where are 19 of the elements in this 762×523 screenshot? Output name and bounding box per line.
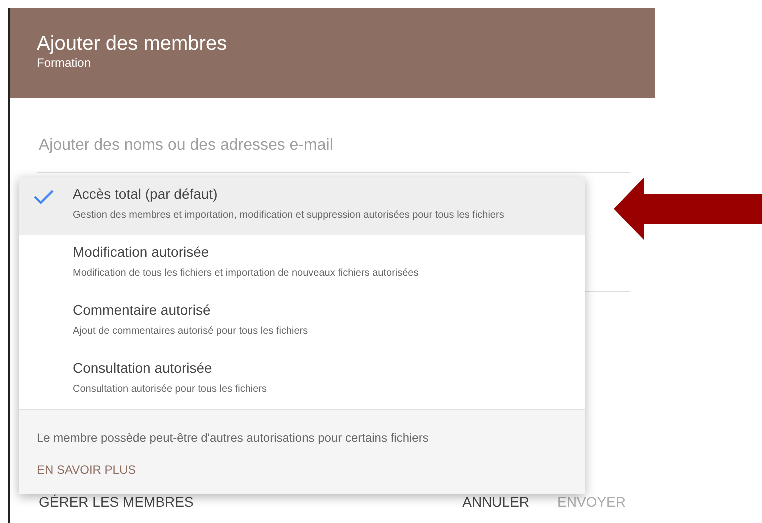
option-label: Accès total (par défaut) — [73, 185, 219, 203]
menu-item[interactable]: Modification autorisée Modification de tous les fichiers et importation de nouveaux fichiers autorisées — [19, 235, 585, 293]
check-icon — [33, 189, 55, 205]
option-label: Consultation autorisée — [73, 359, 214, 377]
menu-item[interactable]: Commentaire autorisé Ajout de commentaires autorisé pour tous les fichiers — [19, 293, 585, 351]
option-description: Modification de tous les fichiers et importation de nouveaux fichiers autorisées — [73, 267, 419, 281]
manage-members-button[interactable]: GÉRER LES MEMBRES — [37, 490, 196, 515]
option-description: Gestion des membres et importation, modification et suppression autorisées pour tous les fichiers — [73, 209, 504, 223]
learn-more-link[interactable]: EN SAVOIR PLUS — [37, 461, 136, 479]
option-description: Consultation autorisée pour tous les fichiers — [73, 383, 267, 397]
cancel-button[interactable]: ANNULER — [460, 490, 532, 515]
option-label: Modification autorisée — [73, 243, 210, 261]
option-description: Ajout de commentaires autorisé pour tous les fichiers — [73, 325, 308, 339]
dialog-subtitle: Formation — [37, 56, 92, 70]
menu-item[interactable]: Accès total (par défaut) Gestion des membres et importation, modification et suppression autorisées pour tous les fichiers — [19, 177, 585, 235]
info-note: Le membre possède peut-être d'autres autorisations pour certains fichiers — [37, 430, 430, 447]
option-label: Commentaire autorisé — [73, 301, 212, 319]
menu-item[interactable]: Consultation autorisée Consultation autorisée pour tous les fichiers — [19, 351, 585, 409]
dialog-title: Ajouter des membres — [37, 32, 228, 56]
